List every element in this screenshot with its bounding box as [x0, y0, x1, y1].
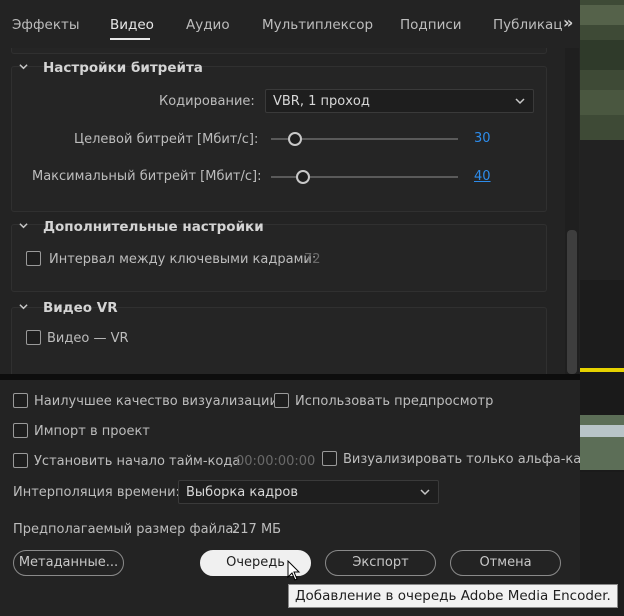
estimated-file-size-value: 217 МБ [232, 522, 282, 537]
time-interpolation-value: Выборка кадров [186, 485, 299, 500]
queue-tooltip: Добавление в очередь Adobe Media Encoder… [288, 584, 618, 608]
import-into-project-label: Импорт в проект [34, 424, 150, 439]
set-start-timecode-label: Установить начало тайм-кода [34, 454, 241, 469]
background-preview-area [580, 0, 624, 616]
max-bitrate-label: Максимальный битрейт [Мбит/с]: [32, 169, 262, 184]
start-timecode-value[interactable]: 00:00:00:00 [236, 454, 315, 469]
render-alpha-only-checkbox[interactable] [322, 451, 337, 466]
target-bitrate-label: Целевой битрейт [Мбит/с]: [74, 132, 259, 147]
tab-video[interactable]: Видео [110, 17, 154, 33]
vr-section-title[interactable]: Видео VR [43, 300, 118, 316]
chevron-down-icon [515, 98, 525, 105]
import-into-project-checkbox[interactable] [13, 423, 28, 438]
time-interpolation-label: Интерполяция времени: [13, 485, 180, 500]
estimated-file-size-label: Предполагаемый размер файла: [13, 522, 238, 537]
tab-captions[interactable]: Подписи [400, 17, 462, 33]
keyframe-interval-value[interactable]: 72 [304, 252, 321, 267]
use-previews-checkbox[interactable] [274, 393, 289, 408]
set-start-timecode-checkbox[interactable] [13, 453, 28, 468]
tab-multiplexer[interactable]: Мультиплексор [262, 17, 373, 33]
video-vr-label: Видео — VR [47, 331, 129, 346]
scrollbar-thumb[interactable] [567, 230, 577, 374]
chevron-down-icon[interactable] [19, 221, 28, 230]
tab-bar: Эффекты Видео Аудио Мультиплексор Подпис… [0, 0, 580, 48]
export-button[interactable]: Экспорт [325, 550, 436, 576]
encoding-label: Кодирование: [159, 94, 255, 109]
cancel-button[interactable]: Отмена [450, 550, 561, 576]
previous-section-bottom [11, 48, 547, 54]
tab-audio[interactable]: Аудио [186, 17, 230, 33]
encoding-select-value: VBR, 1 проход [273, 94, 370, 109]
target-bitrate-value[interactable]: 30 [474, 131, 491, 146]
keyframe-interval-label: Интервал между ключевыми кадрами: [49, 252, 317, 267]
background-preview-image [580, 0, 624, 616]
bitrate-section-title[interactable]: Настройки битрейта [43, 60, 203, 76]
render-alpha-only-label: Визуализировать только альфа-канал [343, 452, 606, 467]
settings-scroll-area: Настройки битрейта Кодирование: VBR, 1 п… [0, 48, 580, 374]
more-tabs-icon[interactable]: » [563, 13, 573, 32]
chevron-down-icon[interactable] [19, 302, 28, 311]
encoding-select[interactable]: VBR, 1 проход [265, 89, 534, 113]
max-bitrate-slider-handle[interactable] [295, 170, 310, 184]
keyframe-interval-checkbox[interactable] [26, 251, 41, 266]
metadata-button[interactable]: Метаданные... [13, 550, 124, 576]
max-render-quality-checkbox[interactable] [13, 393, 28, 408]
active-tab-indicator [110, 38, 150, 40]
chevron-down-icon[interactable] [19, 62, 28, 71]
use-previews-label: Использовать предпросмотр [295, 394, 494, 409]
tab-effects[interactable]: Эффекты [12, 17, 80, 33]
max-render-quality-label: Наилучшее качество визуализации [34, 394, 278, 409]
video-vr-checkbox[interactable] [26, 330, 41, 345]
max-bitrate-value[interactable]: 40 [474, 169, 491, 184]
time-interpolation-select[interactable]: Выборка кадров [178, 480, 439, 504]
chevron-down-icon [420, 489, 430, 496]
advanced-section-title[interactable]: Дополнительные настройки [43, 219, 264, 235]
tab-publish[interactable]: Публикац [493, 17, 562, 33]
mouse-cursor-icon [287, 560, 301, 581]
